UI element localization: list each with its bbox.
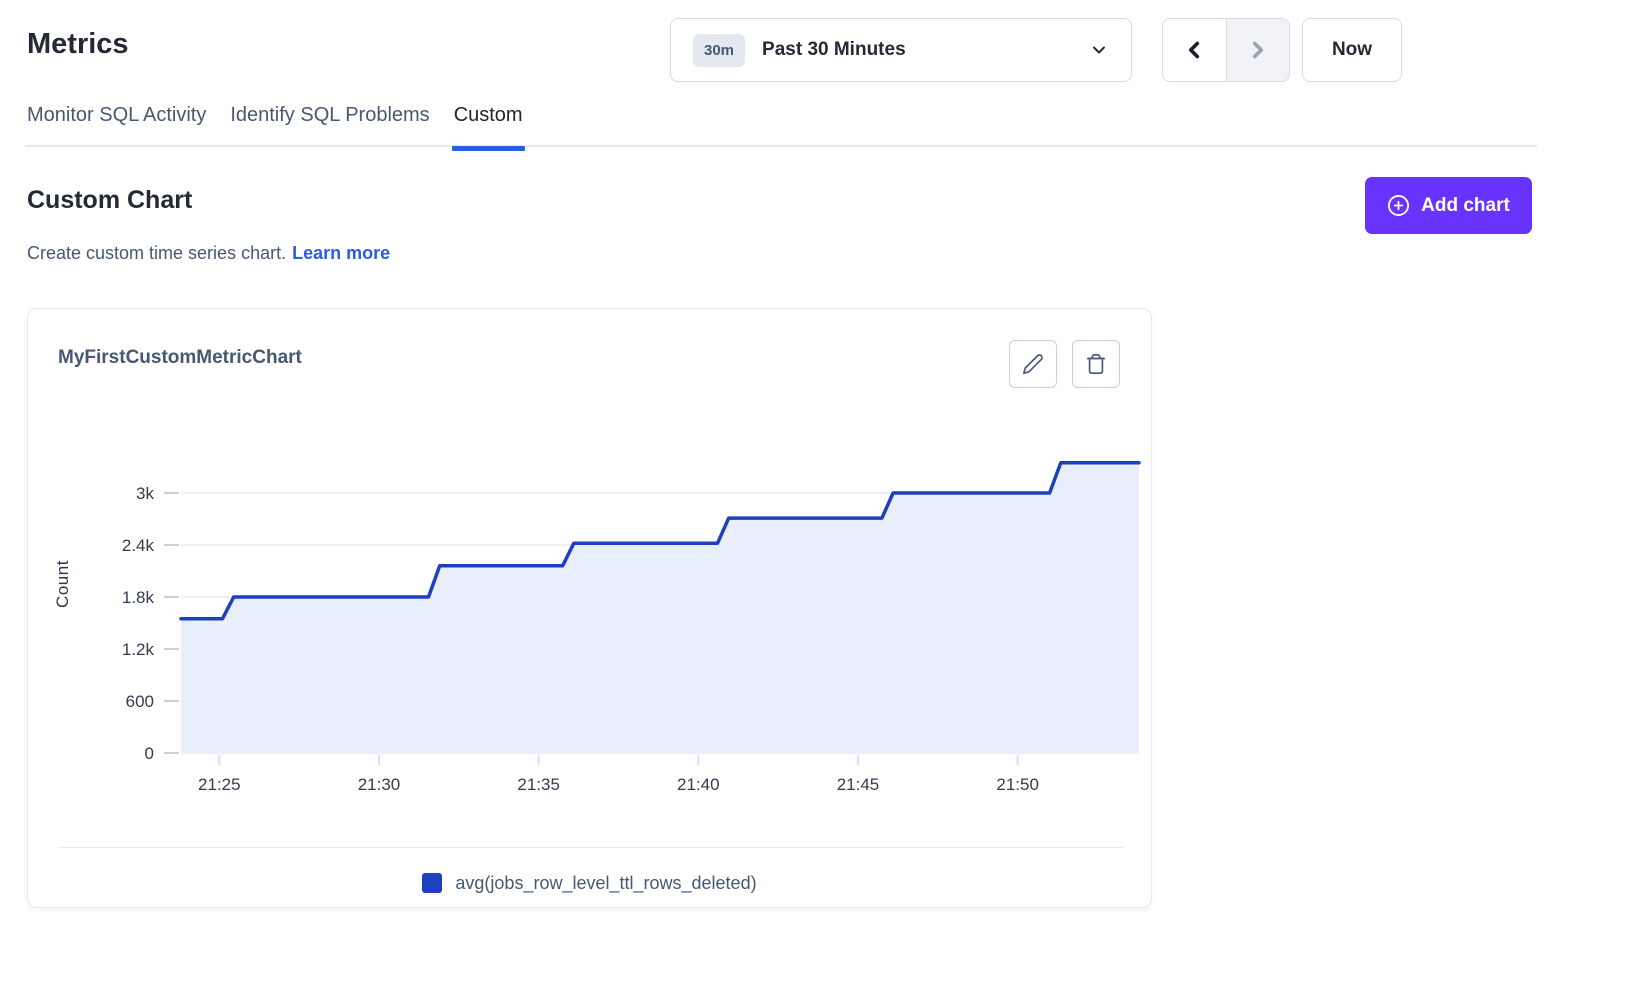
section-subtitle: Create custom time series chart. Learn mo…: [27, 243, 390, 264]
svg-text:2.4k: 2.4k: [122, 536, 155, 555]
section-title: Custom Chart: [27, 186, 192, 215]
svg-text:21:25: 21:25: [198, 775, 241, 794]
add-chart-button[interactable]: Add chart: [1365, 177, 1532, 234]
svg-text:600: 600: [126, 692, 154, 711]
chevron-down-icon: [1089, 40, 1109, 60]
legend-swatch[interactable]: [422, 873, 442, 893]
legend-label[interactable]: avg(jobs_row_level_ttl_rows_deleted): [455, 873, 756, 894]
time-range-badge: 30m: [693, 34, 745, 67]
svg-text:1.8k: 1.8k: [122, 588, 155, 607]
now-button[interactable]: Now: [1302, 18, 1402, 82]
learn-more-link[interactable]: Learn more: [292, 243, 390, 263]
legend-divider: [58, 847, 1123, 848]
time-range-dropdown[interactable]: 30m Past 30 Minutes: [670, 18, 1132, 82]
time-back-button[interactable]: [1163, 19, 1226, 81]
svg-text:21:30: 21:30: [358, 775, 401, 794]
tab-monitor-sql-activity[interactable]: Monitor SQL Activity: [27, 104, 206, 147]
trash-icon: [1085, 353, 1107, 375]
pencil-icon: [1022, 353, 1044, 375]
svg-text:21:50: 21:50: [996, 775, 1039, 794]
edit-chart-button[interactable]: [1009, 340, 1057, 388]
series-area: [181, 463, 1139, 753]
svg-text:1.2k: 1.2k: [122, 640, 155, 659]
section-subtitle-text: Create custom time series chart.: [27, 243, 286, 263]
plus-circle-icon: [1387, 194, 1410, 217]
time-range-label: Past 30 Minutes: [762, 39, 906, 61]
y-axis-title: Count: [53, 560, 72, 608]
time-pager-group: [1162, 18, 1290, 82]
chevron-right-icon: [1245, 37, 1271, 63]
custom-chart-card: MyFirstCustomMetricChart 0 600 1.2k 1.8k 2.4…: [27, 308, 1152, 908]
page-title: Metrics: [27, 28, 129, 61]
tab-custom[interactable]: Custom: [454, 104, 523, 147]
svg-text:0: 0: [145, 744, 154, 763]
svg-text:21:45: 21:45: [837, 775, 880, 794]
delete-chart-button[interactable]: [1072, 340, 1120, 388]
tab-identify-sql-problems[interactable]: Identify SQL Problems: [230, 104, 429, 147]
time-forward-button[interactable]: [1226, 19, 1289, 81]
svg-text:21:35: 21:35: [517, 775, 560, 794]
chevron-left-icon: [1181, 37, 1207, 63]
chart-plot[interactable]: 06001.2k1.8k2.4k3k21:2521:3021:3521:4021…: [28, 404, 1153, 804]
svg-text:21:40: 21:40: [677, 775, 720, 794]
x-axis: 21:25 21:30 21:35 21:40 21:45 21:50: [198, 755, 1039, 794]
chart-title: MyFirstCustomMetricChart: [58, 347, 302, 369]
svg-text:3k: 3k: [136, 484, 154, 503]
chart-legend: avg(jobs_row_level_ttl_rows_deleted): [28, 863, 1151, 903]
add-chart-label: Add chart: [1421, 195, 1510, 217]
tab-bar: Monitor SQL Activity Identify SQL Proble…: [27, 104, 523, 147]
